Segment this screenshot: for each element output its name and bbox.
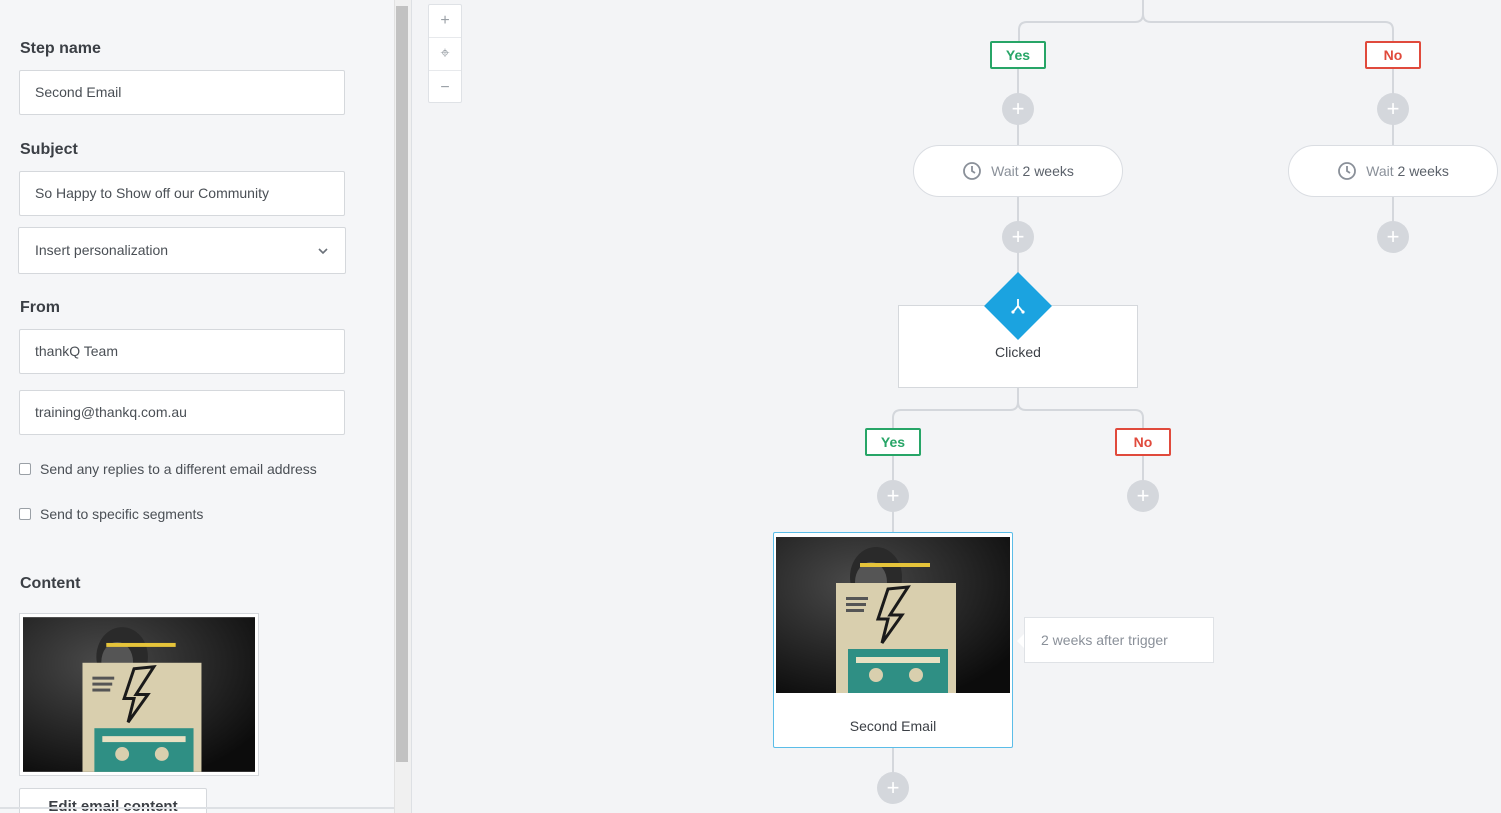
album-artwork-image — [776, 537, 1010, 693]
segments-checkbox-row[interactable]: Send to specific segments — [19, 506, 203, 522]
wait-amount: 2 — [1397, 163, 1406, 179]
personalization-select[interactable]: Insert personalization — [18, 227, 346, 274]
wait-step-node[interactable]: Wait 2 weeks — [1288, 145, 1498, 197]
wait-prefix: Wait — [1366, 163, 1394, 179]
add-step-button[interactable]: + — [877, 480, 909, 512]
wait-prefix: Wait — [991, 163, 1019, 179]
step-name-label: Step name — [20, 40, 101, 57]
add-step-button[interactable]: + — [1377, 221, 1409, 253]
fit-icon: ⌖ — [440, 45, 450, 62]
add-step-button[interactable]: + — [1377, 93, 1409, 125]
minus-icon: − — [440, 78, 450, 96]
step-name-input[interactable]: Second Email — [19, 70, 345, 115]
from-label: From — [20, 299, 60, 316]
edit-email-content-button[interactable]: Edit email content — [19, 788, 207, 813]
wait-unit: weeks — [1409, 163, 1449, 179]
clock-icon — [963, 162, 982, 180]
email-step-node[interactable]: Second Email — [773, 532, 1013, 748]
branch-no-tag: No — [1115, 428, 1171, 456]
zoom-controls: + ⌖ − — [428, 4, 462, 103]
branch-yes-tag: Yes — [990, 41, 1046, 69]
reply-to-checkbox-row[interactable]: Send any replies to a different email ad… — [19, 461, 317, 477]
clock-icon — [1338, 162, 1357, 180]
personalization-select-label: Insert personalization — [35, 242, 169, 258]
email-timing-tooltip: 2 weeks after trigger — [1024, 617, 1214, 663]
email-content-preview[interactable] — [19, 613, 259, 776]
panel-divider — [0, 807, 394, 809]
reply-to-checkbox[interactable] — [19, 463, 31, 475]
zoom-in-button[interactable]: + — [429, 5, 461, 38]
wait-amount: 2 — [1022, 163, 1031, 179]
segments-checkbox-label: Send to specific segments — [40, 506, 204, 522]
subject-input[interactable]: So Happy to Show off our Community — [19, 171, 345, 216]
branch-yes-tag: Yes — [865, 428, 921, 456]
zoom-out-button[interactable]: − — [429, 71, 461, 104]
condition-label: Clicked — [995, 344, 1041, 360]
from-name-input[interactable]: thankQ Team — [19, 329, 345, 374]
chevron-down-icon — [318, 248, 328, 255]
reply-to-checkbox-label: Send any replies to a different email ad… — [40, 461, 317, 477]
subject-label: Subject — [20, 141, 78, 158]
split-icon — [1011, 299, 1025, 314]
zoom-fit-button[interactable]: ⌖ — [429, 38, 461, 71]
add-step-button[interactable]: + — [1002, 93, 1034, 125]
add-step-button[interactable]: + — [1127, 480, 1159, 512]
wait-unit: weeks — [1034, 163, 1074, 179]
add-step-button[interactable]: + — [877, 772, 909, 804]
segments-checkbox[interactable] — [19, 508, 31, 520]
from-email-input[interactable]: training@thankq.com.au — [19, 390, 345, 435]
step-settings-panel: Step name Second Email Subject So Happy … — [0, 0, 394, 813]
album-artwork-image — [23, 617, 255, 772]
branch-no-tag: No — [1365, 41, 1421, 69]
plus-icon: + — [440, 12, 450, 29]
content-label: Content — [20, 575, 81, 592]
email-step-label: Second Email — [849, 718, 937, 734]
panel-scrollbar-thumb[interactable] — [396, 6, 408, 762]
wait-step-node[interactable]: Wait 2 weeks — [913, 145, 1123, 197]
add-step-button[interactable]: + — [1002, 221, 1034, 253]
